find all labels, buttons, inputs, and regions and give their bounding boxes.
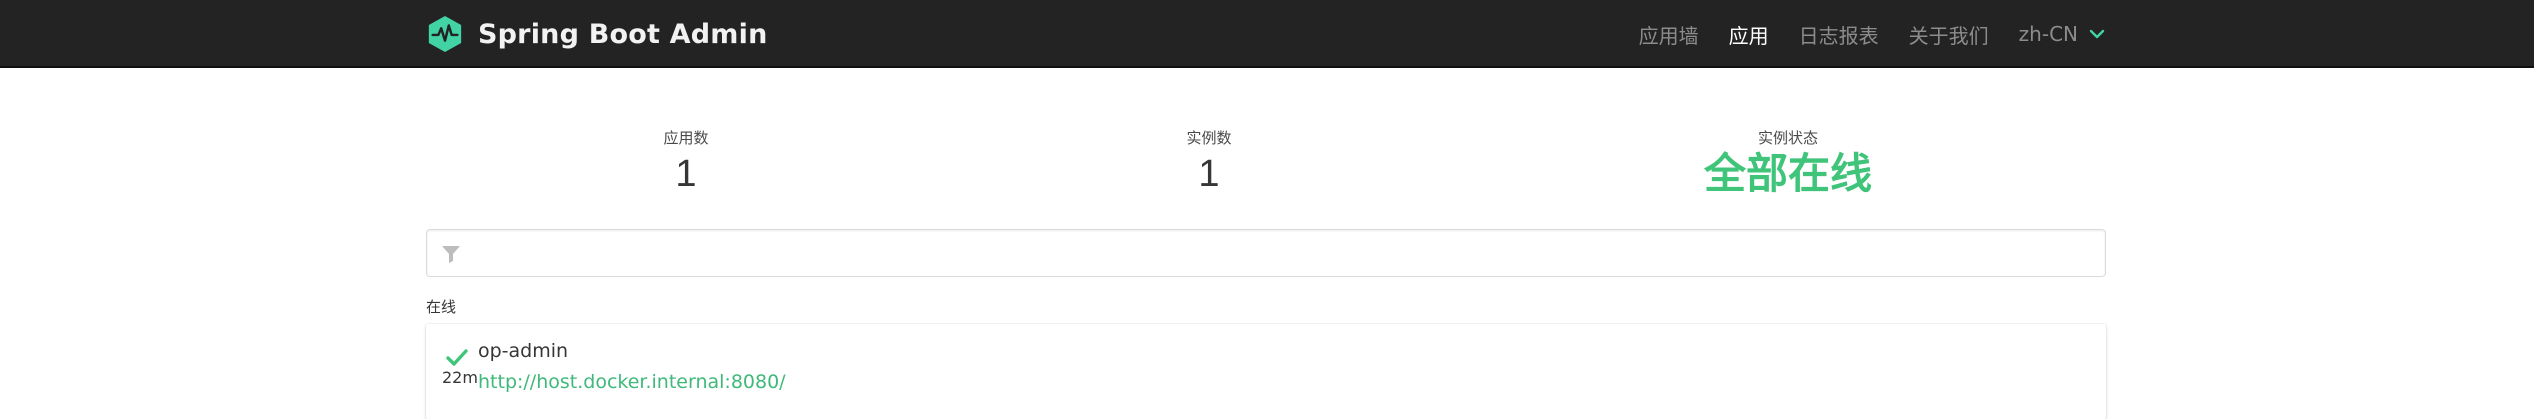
- group-label-online: 在线: [426, 298, 457, 316]
- application-url-link[interactable]: http://host.docker.internal:8080/: [478, 371, 786, 393]
- top-navbar: Spring Boot Admin 应用墙 应用 日志报表 关于我们 zh-CN: [0, 0, 2534, 68]
- application-name: op-admin: [478, 340, 569, 362]
- nav-menu: 应用墙 应用 日志报表 关于我们 zh-CN: [1609, 0, 2106, 68]
- stat-applications-label: 应用数: [663, 129, 709, 147]
- language-selector[interactable]: zh-CN: [2019, 22, 2106, 46]
- stat-instances-value: 1: [1198, 153, 1220, 195]
- nav-item-applications[interactable]: 应用: [1729, 20, 1769, 49]
- nav-item-wallboard[interactable]: 应用墙: [1639, 20, 1699, 49]
- stat-instances: 实例数 1: [1009, 128, 1409, 196]
- language-label: zh-CN: [2018, 22, 2078, 46]
- uptime-label: 22m: [442, 368, 478, 387]
- heartbeat-hexagon-icon: [428, 15, 462, 53]
- stat-status-value: 全部在线: [1703, 150, 1872, 197]
- stat-instances-label: 实例数: [1186, 129, 1232, 147]
- stat-applications-value: 1: [675, 153, 697, 195]
- chevron-down-icon: [2089, 29, 2105, 39]
- stat-applications: 应用数 1: [486, 128, 886, 196]
- brand-link[interactable]: Spring Boot Admin: [426, 15, 768, 53]
- filter-input[interactable]: [473, 230, 2097, 278]
- application-list-item[interactable]: 22m op-admin http://host.docker.internal…: [426, 324, 2106, 419]
- stat-status: 实例状态 全部在线: [1588, 128, 1988, 196]
- brand-title: Spring Boot Admin: [478, 18, 768, 50]
- stat-status-label: 实例状态: [1757, 129, 1818, 147]
- filter-icon: [442, 246, 460, 263]
- filter-box: [426, 229, 2106, 278]
- check-icon: [446, 349, 468, 366]
- nav-item-about[interactable]: 关于我们: [1909, 20, 1989, 49]
- nav-item-journal[interactable]: 日志报表: [1799, 20, 1879, 49]
